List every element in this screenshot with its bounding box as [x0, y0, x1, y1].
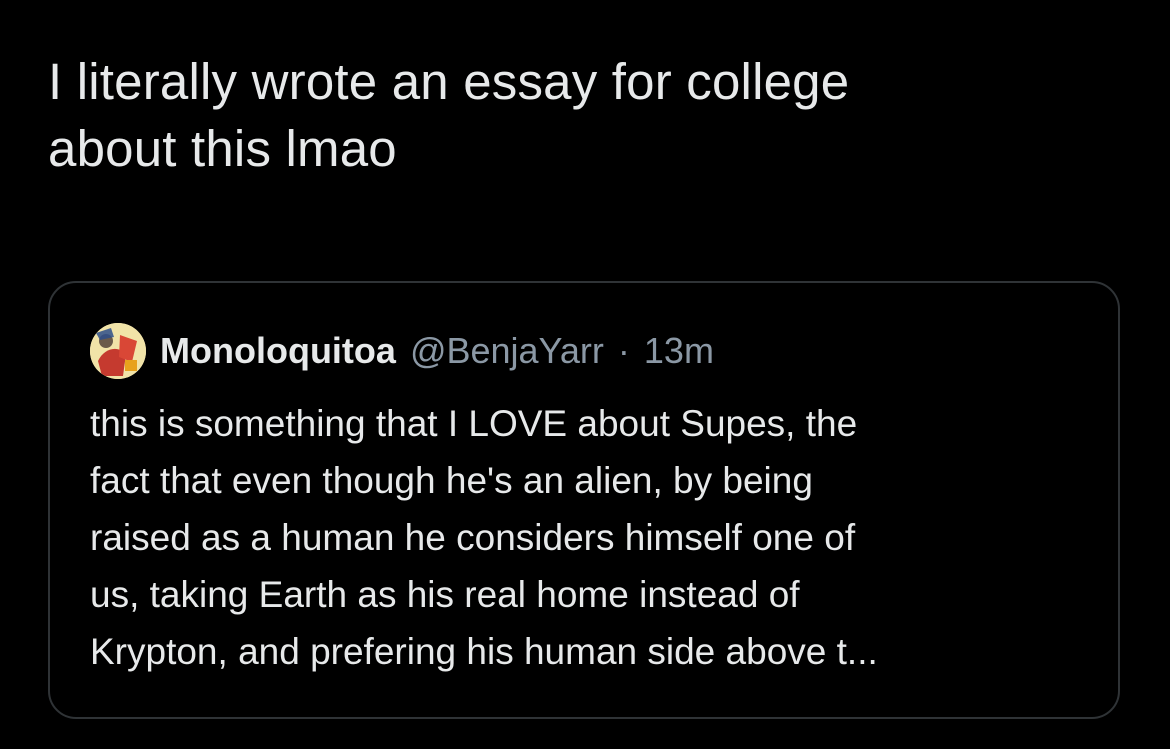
user-avatar-icon[interactable]	[90, 323, 146, 379]
quoted-timestamp[interactable]: 13m	[644, 330, 714, 372]
quoted-display-name[interactable]: Monoloquitoa	[160, 330, 396, 372]
quoted-tweet-card[interactable]: Monoloquitoa @BenjaYarr · 13m this is so…	[48, 281, 1120, 719]
quoted-tweet-header: Monoloquitoa @BenjaYarr · 13m	[90, 321, 714, 381]
metadata-separator: ·	[617, 330, 630, 371]
tweet-text: I literally wrote an essay for college a…	[48, 53, 850, 177]
quoted-username[interactable]: @BenjaYarr	[410, 330, 604, 372]
quoted-tweet-text: this is something that I LOVE about Supe…	[90, 403, 878, 672]
